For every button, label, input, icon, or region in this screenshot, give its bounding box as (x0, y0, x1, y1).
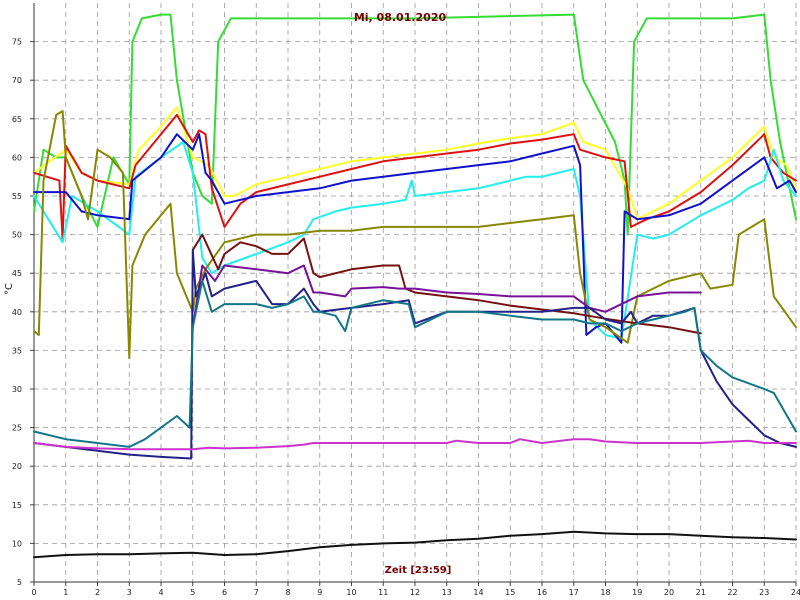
x-tick-label: 19 (632, 588, 642, 597)
x-tick-label: 13 (442, 588, 452, 597)
x-tick-label: 2 (95, 588, 100, 597)
x-tick-label: 11 (378, 588, 388, 597)
x-tick-label: 3 (127, 588, 132, 597)
line-chart: 0 1 2 3 4 5 6 7 8 9 10 11 12 13 14 15 16 17 18 19 20 21 22 23 24… (0, 0, 800, 600)
x-tick-label: 21 (696, 588, 706, 597)
x-tick-label: 16 (537, 588, 547, 597)
y-tick-label: 35 (12, 346, 22, 355)
x-tick-label: 10 (346, 588, 356, 597)
x-tick-label: 20 (664, 588, 674, 597)
y-tick-label: 60 (12, 153, 22, 162)
x-tick-label: 5 (190, 588, 195, 597)
y-tick-label: 45 (12, 269, 22, 278)
x-tick-label: 8 (285, 588, 290, 597)
y-axis-label: °C (4, 283, 15, 295)
y-tick-label: 25 (12, 424, 22, 433)
y-tick-label: 30 (12, 385, 22, 394)
y-tick-label: 65 (12, 115, 22, 124)
y-tick-label: 10 (12, 539, 22, 548)
x-tick-label: 4 (158, 588, 163, 597)
x-tick-label: 17 (569, 588, 579, 597)
x-tick-label: 9 (317, 588, 322, 597)
y-tick-label: 75 (12, 38, 22, 47)
x-tick-label: 24 (791, 588, 800, 597)
x-tick-label: 15 (505, 588, 515, 597)
y-tick-label: 55 (12, 192, 22, 201)
chart-title: Mi, 08.01.2020 (354, 11, 447, 24)
y-tick-label: 40 (12, 308, 22, 317)
x-tick-label: 23 (759, 588, 769, 597)
x-tick-label: 22 (727, 588, 737, 597)
y-tick-label: 70 (12, 76, 22, 85)
x-tick-label: 14 (473, 588, 483, 597)
y-tick-label: 15 (12, 501, 22, 510)
y-tick-label: 5 (17, 578, 22, 587)
x-tick-label: 7 (254, 588, 259, 597)
y-tick-label: 50 (12, 231, 22, 240)
x-tick-label: 1 (63, 588, 68, 597)
x-tick-label: 6 (222, 588, 227, 597)
x-tick-label: 18 (600, 588, 610, 597)
x-axis-label: Zeit [23:59] (385, 565, 452, 576)
x-tick-label: 12 (410, 588, 420, 597)
y-tick-label: 20 (12, 462, 22, 471)
chart-background (0, 0, 800, 600)
x-tick-label: 0 (31, 588, 36, 597)
